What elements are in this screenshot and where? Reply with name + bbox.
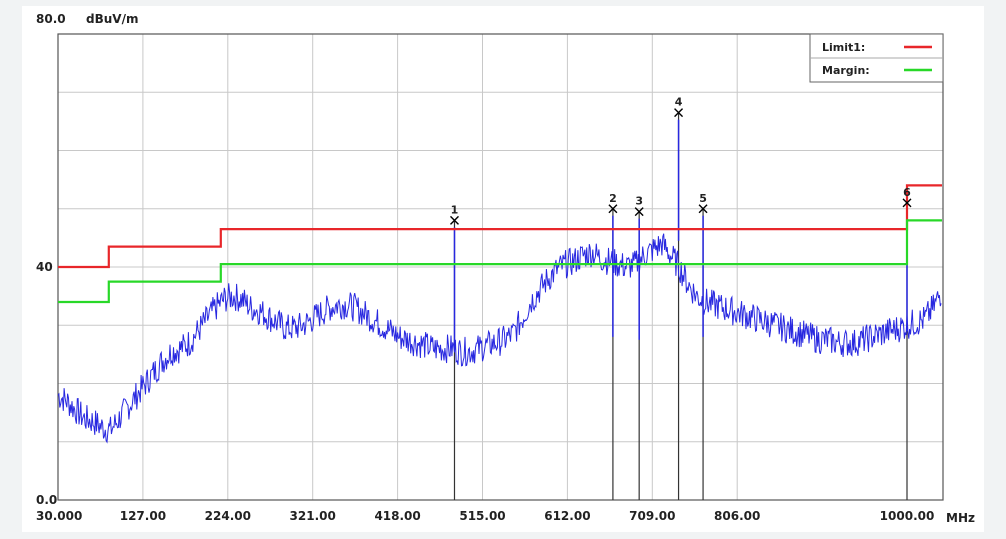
x-tick-label: 1000.00 [880,509,935,523]
series-group [57,119,942,444]
legend-label-limit: Limit1: [822,41,865,54]
marker-label: 5 [699,192,707,205]
x-tick-label: 806.00 [714,509,760,523]
chart-frame: 0.0 40 80.0 30.000 127.00 224.00 321.00 418.00… [0,0,1006,539]
y-unit-label: dBuV/m [86,12,138,26]
emission-chart: 0.0 40 80.0 30.000 127.00 224.00 321.00 418.00… [36,12,975,525]
x-tick-label: 418.00 [374,509,420,523]
legend: Limit1: Margin: [809,33,944,83]
marker-label: 1 [451,203,459,216]
marker-label: 4 [675,96,683,109]
marker-label: 3 [635,195,643,208]
grid-lines [58,34,943,500]
marker-label: 2 [609,192,617,205]
marker-labels: 1 2 3 4 5 6 [449,96,912,225]
x-unit-label: MHz [946,511,975,525]
x-tick-label: 127.00 [120,509,166,523]
limit-line [58,184,942,269]
x-tick-label: 224.00 [205,509,251,523]
y-tick-label: 0.0 [36,493,57,507]
x-tick-label: 709.00 [629,509,675,523]
marker-label: 6 [903,186,911,199]
chart-panel: 0.0 40 80.0 30.000 127.00 224.00 321.00 418.00… [22,6,984,532]
x-tick-label: 612.00 [544,509,590,523]
x-tick-labels: 30.000 127.00 224.00 321.00 418.00 515.00 612.… [36,509,934,523]
x-tick-label: 321.00 [290,509,336,523]
margin-line [58,219,942,304]
x-tick-label: 515.00 [459,509,505,523]
x-tick-label: 30.000 [36,509,82,523]
y-tick-label: 80.0 [36,12,66,26]
y-tick-labels: 0.0 40 80.0 [36,12,66,507]
legend-label-margin: Margin: [822,64,870,77]
y-tick-label: 40 [36,260,53,274]
